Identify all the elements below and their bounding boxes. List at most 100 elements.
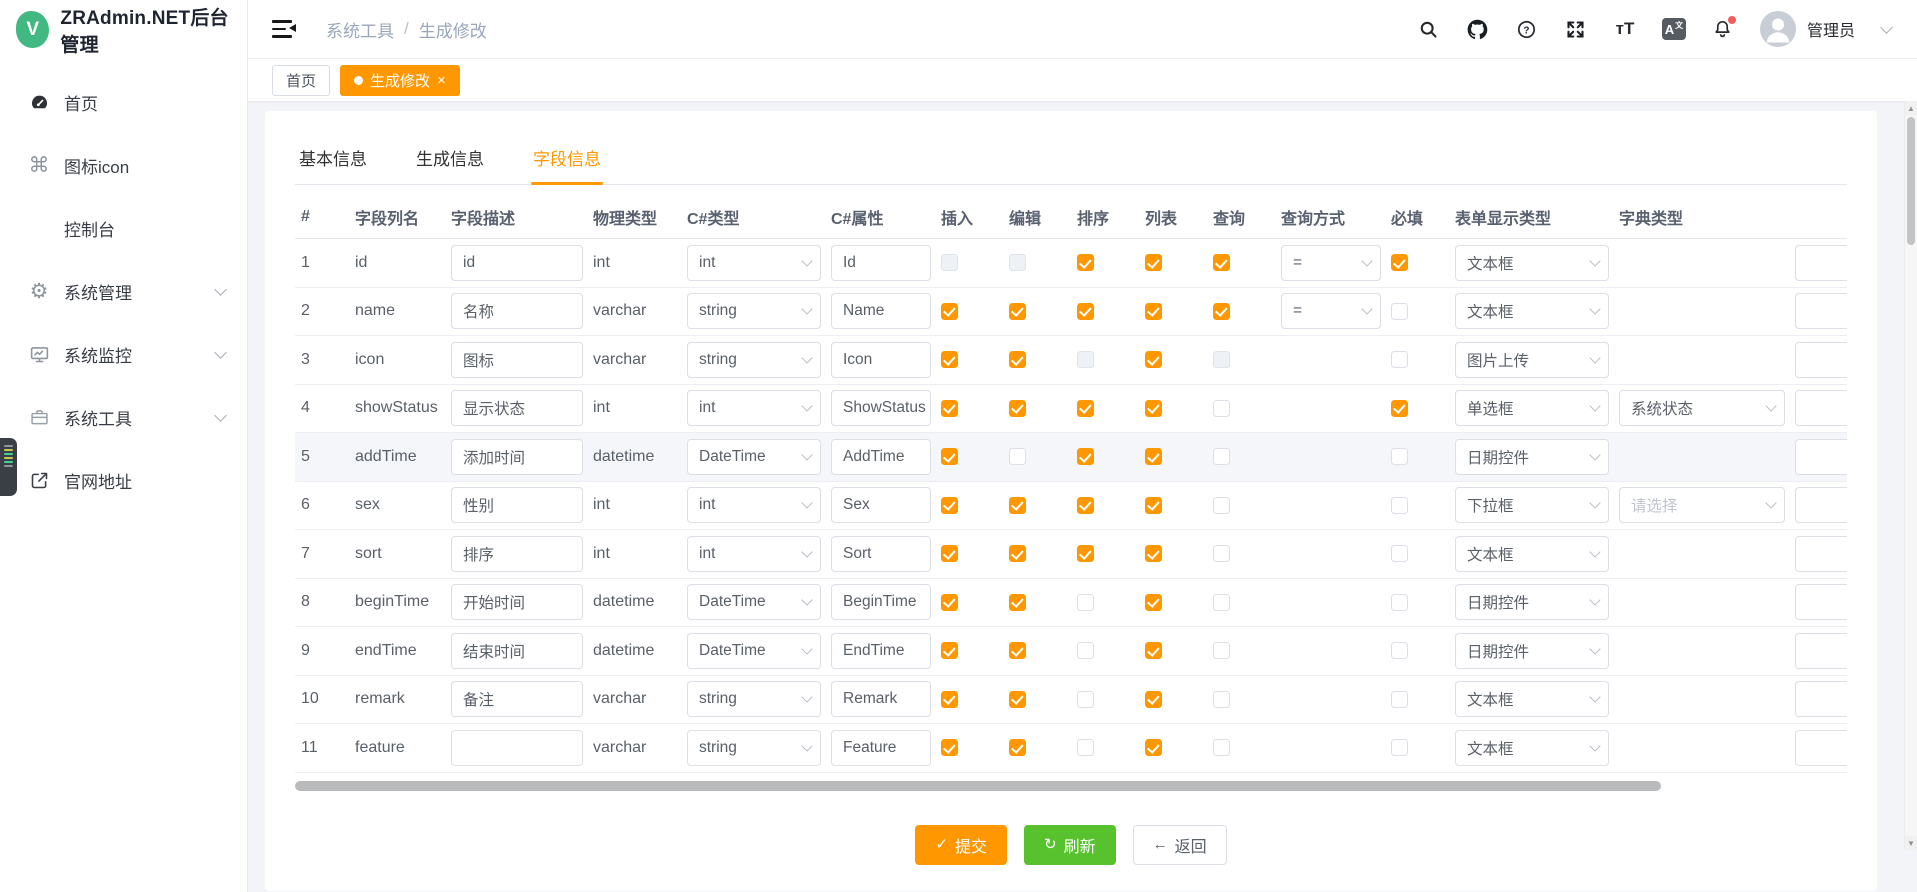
checkbox-sort[interactable]	[1077, 400, 1094, 417]
input-field-description[interactable]: 显示状态	[451, 390, 583, 426]
input-extra[interactable]	[1795, 342, 1847, 378]
user-name[interactable]: 管理员	[1807, 17, 1855, 41]
checkbox-list[interactable]	[1145, 497, 1162, 514]
sidebar-item-console[interactable]: 控制台	[0, 197, 247, 260]
checkbox-insert[interactable]	[941, 448, 958, 465]
checkbox-list[interactable]	[1145, 351, 1162, 368]
checkbox-required[interactable]	[1391, 303, 1408, 320]
checkbox-insert[interactable]	[941, 303, 958, 320]
input-extra[interactable]	[1795, 584, 1847, 620]
select-csharp-type[interactable]: DateTime	[687, 584, 821, 620]
select-csharp-type[interactable]: DateTime	[687, 439, 821, 475]
input-extra[interactable]	[1795, 439, 1847, 475]
input-extra[interactable]	[1795, 633, 1847, 669]
tab-0[interactable]: 基本信息	[297, 133, 369, 184]
sidebar-item-website[interactable]: 官网地址	[0, 449, 247, 512]
checkbox-edit[interactable]	[1009, 594, 1026, 611]
select-csharp-type[interactable]: DateTime	[687, 633, 821, 669]
checkbox-query[interactable]	[1213, 303, 1230, 320]
checkbox-required[interactable]	[1391, 448, 1408, 465]
checkbox-edit[interactable]	[1009, 400, 1026, 417]
select-csharp-type[interactable]: string	[687, 681, 821, 717]
checkbox-insert[interactable]	[941, 545, 958, 562]
input-field-description[interactable]: 结束时间	[451, 633, 583, 669]
checkbox-list[interactable]	[1145, 594, 1162, 611]
vertical-scrollbar[interactable]: ▲ ▼	[1904, 101, 1917, 850]
checkbox-edit[interactable]	[1009, 691, 1026, 708]
checkbox-query[interactable]	[1213, 739, 1230, 756]
input-csharp-attribute[interactable]: EndTime	[831, 633, 931, 669]
input-csharp-attribute[interactable]: Sex	[831, 487, 931, 523]
select-csharp-type[interactable]: int	[687, 536, 821, 572]
select-display-type[interactable]: 日期控件	[1455, 584, 1609, 620]
checkbox-sort[interactable]	[1077, 594, 1094, 611]
input-csharp-attribute[interactable]: AddTime	[831, 439, 931, 475]
avatar[interactable]	[1760, 11, 1796, 47]
checkbox-edit[interactable]	[1009, 303, 1026, 320]
checkbox-insert[interactable]	[941, 739, 958, 756]
checkbox-sort[interactable]	[1077, 691, 1094, 708]
github-icon[interactable]	[1466, 17, 1490, 41]
checkbox-required[interactable]	[1391, 351, 1408, 368]
select-display-type[interactable]: 文本框	[1455, 293, 1609, 329]
checkbox-insert[interactable]	[941, 351, 958, 368]
checkbox-list[interactable]	[1145, 691, 1162, 708]
checkbox-list[interactable]	[1145, 303, 1162, 320]
sidebar-item-tools[interactable]: 系统工具	[0, 386, 247, 449]
scroll-up-icon[interactable]: ▲	[1905, 101, 1917, 115]
select-csharp-type[interactable]: int	[687, 487, 821, 523]
input-field-description[interactable]	[451, 730, 583, 766]
help-icon[interactable]: ?	[1515, 17, 1539, 41]
checkbox-query[interactable]	[1213, 545, 1230, 562]
input-csharp-attribute[interactable]: Icon	[831, 342, 931, 378]
checkbox-sort[interactable]	[1077, 303, 1094, 320]
bell-icon[interactable]	[1711, 17, 1735, 41]
font-size-icon[interactable]: ᴛT	[1613, 17, 1637, 41]
submit-button[interactable]: ✓ 提交	[915, 825, 1007, 865]
select-display-type[interactable]: 单选框	[1455, 390, 1609, 426]
input-csharp-attribute[interactable]: Name	[831, 293, 931, 329]
checkbox-insert[interactable]	[941, 497, 958, 514]
checkbox-insert[interactable]	[941, 691, 958, 708]
checkbox-query[interactable]	[1213, 448, 1230, 465]
input-field-description[interactable]: 排序	[451, 536, 583, 572]
checkbox-edit[interactable]	[1009, 448, 1026, 465]
close-icon[interactable]: ×	[437, 73, 446, 88]
checkbox-sort[interactable]	[1077, 739, 1094, 756]
input-csharp-attribute[interactable]: ShowStatus	[831, 390, 931, 426]
input-extra[interactable]	[1795, 245, 1847, 281]
checkbox-insert[interactable]	[941, 400, 958, 417]
checkbox-required[interactable]	[1391, 739, 1408, 756]
checkbox-sort[interactable]	[1077, 497, 1094, 514]
checkbox-sort[interactable]	[1077, 448, 1094, 465]
input-field-description[interactable]: 图标	[451, 342, 583, 378]
horizontal-scrollbar-thumb[interactable]	[295, 781, 1661, 791]
checkbox-edit[interactable]	[1009, 497, 1026, 514]
select-display-type[interactable]: 日期控件	[1455, 633, 1609, 669]
checkbox-query[interactable]	[1213, 254, 1230, 271]
select-query-type[interactable]: =	[1281, 293, 1381, 329]
checkbox-query[interactable]	[1213, 497, 1230, 514]
performance-widget-handle[interactable]	[0, 438, 17, 496]
input-field-description[interactable]: id	[451, 245, 583, 281]
select-display-type[interactable]: 文本框	[1455, 536, 1609, 572]
input-csharp-attribute[interactable]: Remark	[831, 681, 931, 717]
select-csharp-type[interactable]: string	[687, 293, 821, 329]
input-csharp-attribute[interactable]: Feature	[831, 730, 931, 766]
checkbox-sort[interactable]	[1077, 642, 1094, 659]
checkbox-list[interactable]	[1145, 448, 1162, 465]
sidebar-item-system[interactable]: ⚙系统管理	[0, 260, 247, 323]
input-extra[interactable]	[1795, 487, 1847, 523]
sidebar-item-home[interactable]: 首页	[0, 71, 247, 134]
input-extra[interactable]	[1795, 730, 1847, 766]
select-display-type[interactable]: 文本框	[1455, 730, 1609, 766]
checkbox-required[interactable]	[1391, 497, 1408, 514]
input-field-description[interactable]: 名称	[451, 293, 583, 329]
chevron-down-icon[interactable]	[1880, 21, 1893, 34]
checkbox-list[interactable]	[1145, 642, 1162, 659]
input-extra[interactable]	[1795, 390, 1847, 426]
input-field-description[interactable]: 开始时间	[451, 584, 583, 620]
checkbox-required[interactable]	[1391, 545, 1408, 562]
checkbox-list[interactable]	[1145, 739, 1162, 756]
sidebar-item-icons[interactable]: ⌘图标icon	[0, 134, 247, 197]
